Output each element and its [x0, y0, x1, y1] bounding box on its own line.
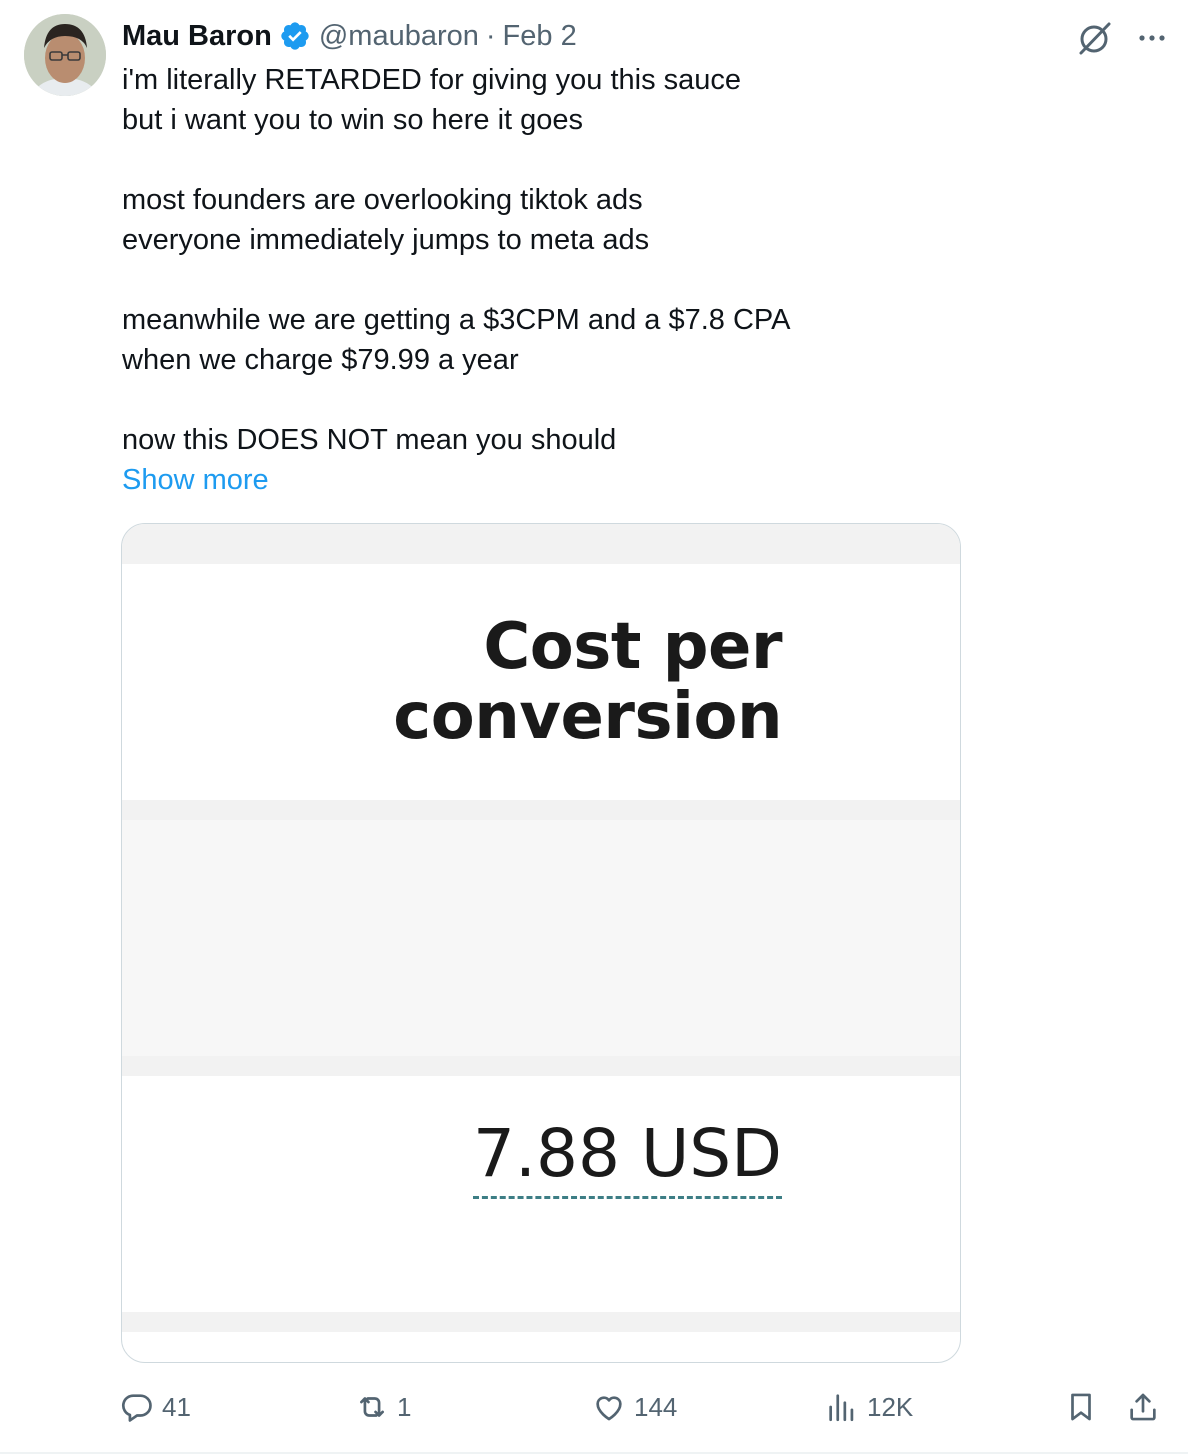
- reply-icon: [121, 1394, 152, 1422]
- tweet-line: most founders are overlooking tiktok ads: [122, 184, 643, 216]
- avatar[interactable]: [24, 14, 106, 96]
- media-band: [122, 800, 960, 820]
- avatar-image: [24, 14, 106, 96]
- metric-title-line: conversion: [393, 680, 782, 754]
- tweet-line: now this DOES NOT mean you should: [122, 424, 617, 456]
- tweet-text: i'm literally RETARDED for giving you th…: [122, 60, 1022, 500]
- separator-dot: ·: [485, 19, 496, 52]
- views-icon: [829, 1394, 854, 1422]
- more-icon[interactable]: [1134, 20, 1170, 56]
- heart-icon: [596, 1396, 622, 1421]
- author-handle[interactable]: @maubaron: [319, 20, 479, 53]
- repost-button[interactable]: 1: [355, 1390, 411, 1424]
- repost-icon: [360, 1397, 384, 1417]
- tweet-line: meanwhile we are getting a $3CPM and a $…: [122, 304, 791, 336]
- metric-title: Cost per conversion: [393, 612, 782, 752]
- like-button[interactable]: 144: [592, 1390, 677, 1424]
- reply-button[interactable]: 41: [120, 1390, 191, 1424]
- metric-title-line: Cost per: [483, 610, 782, 684]
- tweet-actions: 41 1 144 12K: [120, 1390, 1160, 1430]
- like-count: 144: [634, 1391, 678, 1422]
- reply-count: 41: [162, 1391, 191, 1422]
- tweet-line: everyone immediately jumps to meta ads: [122, 224, 650, 256]
- right-actions: [1064, 1390, 1160, 1424]
- tweet-line: when we charge $79.99 a year: [122, 344, 519, 376]
- tweet-media-image[interactable]: Cost per conversion 7.88 USD: [121, 523, 961, 1363]
- media-band: [122, 524, 960, 564]
- views-button[interactable]: 12K: [825, 1390, 913, 1424]
- view-count: 12K: [867, 1391, 914, 1422]
- metric-value: 7.88 USD: [473, 1114, 782, 1199]
- grok-icon[interactable]: [1074, 18, 1114, 58]
- tweet-date[interactable]: Feb 2: [503, 20, 577, 53]
- tweet-top-actions: [1074, 18, 1170, 58]
- show-more-link[interactable]: Show more: [122, 460, 1022, 500]
- share-icon[interactable]: [1126, 1390, 1160, 1424]
- media-band: [122, 1312, 960, 1332]
- media-empty-row: [122, 820, 960, 1056]
- bookmark-icon[interactable]: [1064, 1390, 1098, 1424]
- tweet-line: i'm literally RETARDED for giving you th…: [122, 64, 742, 96]
- media-band: [122, 1056, 960, 1076]
- tweet-header: Mau Baron @maubaron · Feb 2: [122, 16, 577, 56]
- repost-count: 1: [397, 1391, 412, 1422]
- author-name[interactable]: Mau Baron: [122, 20, 272, 53]
- verified-badge-icon: [281, 22, 309, 50]
- tweet-line: but i want you to win so here it goes: [122, 104, 584, 136]
